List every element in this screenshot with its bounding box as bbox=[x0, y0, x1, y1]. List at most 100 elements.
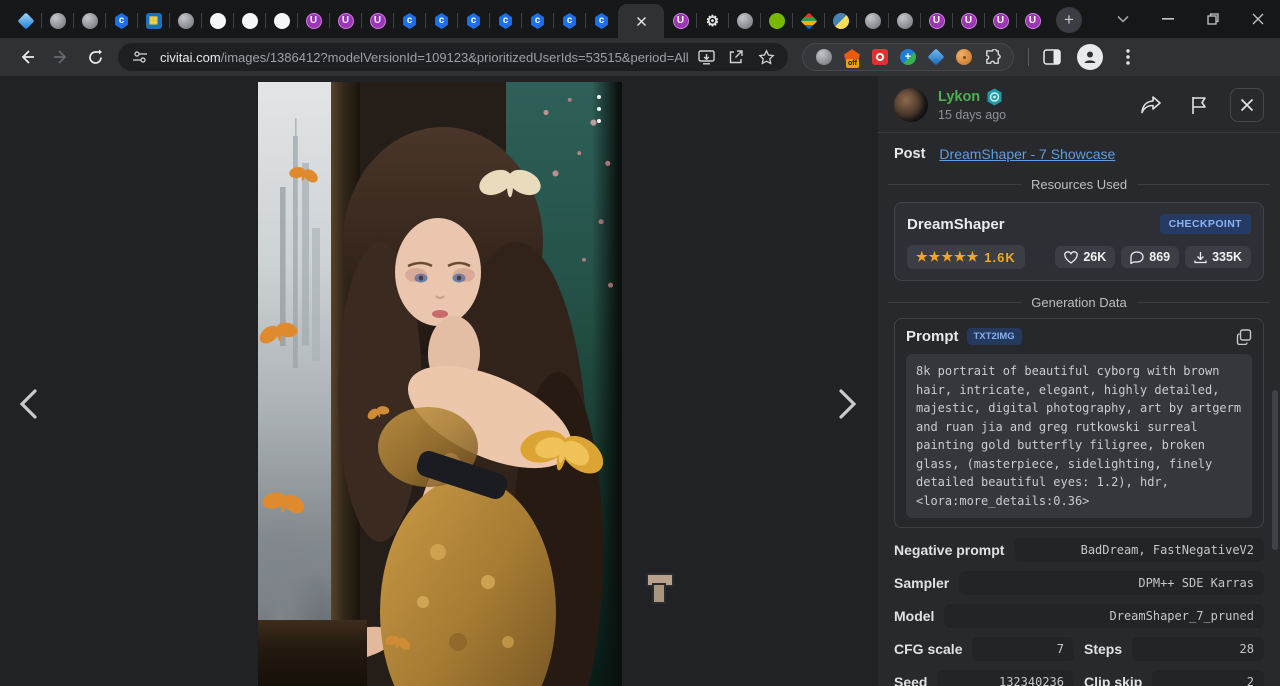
active-tab[interactable] bbox=[618, 4, 664, 38]
cookie-manager-icon[interactable] bbox=[955, 48, 973, 66]
resource-card[interactable]: DreamShaper CHECKPOINT ★★★★★ 1.6K 26K bbox=[894, 202, 1264, 281]
negative-prompt-value[interactable]: BadDream, FastNegativeV2 bbox=[1014, 538, 1264, 562]
url-text[interactable]: civitai.com/images/1386412?modelVersionI… bbox=[160, 50, 688, 65]
pinned-tab-globe[interactable] bbox=[42, 4, 73, 38]
site-info-icon[interactable] bbox=[128, 45, 152, 69]
pinned-tab-github[interactable] bbox=[266, 4, 297, 38]
model-value[interactable]: DreamShaper_7_pruned bbox=[944, 604, 1264, 628]
clip-skip-value[interactable]: 2 bbox=[1152, 670, 1264, 686]
pinned-tab-civitai[interactable]: c bbox=[554, 4, 585, 38]
previous-image-button[interactable] bbox=[8, 384, 48, 424]
pinned-tab-civitai[interactable]: c bbox=[586, 4, 617, 38]
sampler-value[interactable]: DPM++ SDE Karras bbox=[959, 571, 1264, 595]
share-button[interactable] bbox=[1134, 88, 1168, 122]
toolbar-separator bbox=[1028, 48, 1029, 66]
shields-off-icon[interactable]: off bbox=[843, 48, 861, 66]
gear-favicon: ⚙ bbox=[705, 13, 721, 29]
pinned-tab-github[interactable] bbox=[202, 4, 233, 38]
pinned-tab-gem[interactable] bbox=[10, 4, 41, 38]
next-image-button[interactable] bbox=[828, 384, 868, 424]
recorder-icon[interactable] bbox=[871, 48, 889, 66]
sidebar-scrollbar[interactable] bbox=[1272, 390, 1278, 550]
pinned-tab-python[interactable] bbox=[825, 4, 856, 38]
resource-name[interactable]: DreamShaper bbox=[907, 216, 1005, 233]
uploader-favicon: U bbox=[961, 13, 977, 29]
reload-button[interactable] bbox=[81, 43, 109, 71]
sapphire-icon[interactable] bbox=[927, 48, 945, 66]
browser-menu-kebab-icon[interactable] bbox=[1114, 43, 1142, 71]
pinned-tab-gear[interactable]: ⚙ bbox=[697, 4, 728, 38]
pinned-tab-globe[interactable] bbox=[889, 4, 920, 38]
pinned-tab-civitai[interactable]: c bbox=[522, 4, 553, 38]
generated-image[interactable] bbox=[258, 82, 622, 686]
pinned-tab-globe[interactable] bbox=[729, 4, 760, 38]
pinned-tab-globe[interactable] bbox=[857, 4, 888, 38]
globe-extension-icon[interactable] bbox=[815, 48, 833, 66]
pinned-tab-uploader[interactable]: U bbox=[330, 4, 361, 38]
model-label: Model bbox=[894, 608, 934, 624]
side-panel-button[interactable] bbox=[1038, 43, 1066, 71]
rating-pill[interactable]: ★★★★★ 1.6K bbox=[907, 245, 1025, 269]
uploader-favicon: U bbox=[673, 13, 689, 29]
civitai-favicon: c bbox=[499, 13, 513, 29]
address-bar[interactable]: civitai.com/images/1386412?modelVersionI… bbox=[118, 43, 788, 71]
tab-close-icon[interactable] bbox=[636, 16, 647, 27]
downloads-pill[interactable]: 335K bbox=[1185, 246, 1251, 268]
install-app-icon[interactable] bbox=[694, 45, 718, 69]
pinned-tab-civitai[interactable]: c bbox=[394, 4, 425, 38]
restore-button[interactable] bbox=[1190, 0, 1235, 38]
pinned-tab-civitai[interactable]: c bbox=[106, 4, 137, 38]
cfg-scale-value[interactable]: 7 bbox=[972, 637, 1074, 661]
pinned-tab-uploader[interactable]: U bbox=[1017, 4, 1048, 38]
prompt-text[interactable]: 8k portrait of beautiful cyborg with bro… bbox=[906, 354, 1252, 518]
minimize-button[interactable] bbox=[1145, 0, 1190, 38]
pinned-tab-uploader[interactable]: U bbox=[921, 4, 952, 38]
civitai-favicon: c bbox=[467, 13, 481, 29]
pinned-tab-globe[interactable] bbox=[74, 4, 105, 38]
pinned-tab-uploader[interactable]: U bbox=[362, 4, 393, 38]
pinned-tab-nvidia[interactable] bbox=[761, 4, 792, 38]
pinned-extensions: off + bbox=[802, 43, 1014, 71]
close-sidebar-button[interactable] bbox=[1230, 88, 1264, 122]
report-flag-button[interactable] bbox=[1182, 88, 1216, 122]
forward-button[interactable] bbox=[47, 43, 75, 71]
profile-avatar-button[interactable] bbox=[1077, 44, 1103, 70]
close-window-button[interactable] bbox=[1235, 0, 1280, 38]
pinned-tab-civitai[interactable]: c bbox=[458, 4, 489, 38]
bookmark-star-icon[interactable] bbox=[754, 45, 778, 69]
pinned-tab-globe[interactable] bbox=[170, 4, 201, 38]
share-page-icon[interactable] bbox=[724, 45, 748, 69]
copy-generation-data-icon[interactable] bbox=[1236, 329, 1252, 345]
pinned-tab-uploader[interactable]: U bbox=[985, 4, 1016, 38]
pinned-tab-uploader[interactable]: U bbox=[298, 4, 329, 38]
tab-search-chevron-icon[interactable] bbox=[1100, 0, 1145, 38]
steps-value[interactable]: 28 bbox=[1132, 637, 1264, 661]
image-options-menu[interactable] bbox=[590, 92, 608, 126]
seed-value[interactable]: 132340236 bbox=[937, 670, 1074, 686]
username-link[interactable]: Lykon bbox=[938, 89, 980, 105]
browse-plus-icon[interactable]: + bbox=[899, 48, 917, 66]
pinned-tab-colorsquare[interactable] bbox=[793, 4, 824, 38]
puzzle-extensions-icon[interactable] bbox=[983, 48, 1001, 66]
civitai-favicon: c bbox=[403, 13, 417, 29]
github-favicon bbox=[274, 13, 290, 29]
steps-label: Steps bbox=[1084, 641, 1122, 657]
post-link[interactable]: DreamShaper - 7 Showcase bbox=[939, 146, 1115, 162]
pinned-tabs-left: c▦UUUccccccc bbox=[10, 0, 617, 38]
pinned-tab-civitai[interactable]: c bbox=[426, 4, 457, 38]
rating-count: 1.6K bbox=[984, 250, 1015, 265]
comments-pill[interactable]: 869 bbox=[1121, 246, 1179, 268]
pinned-tab-github[interactable] bbox=[234, 4, 265, 38]
back-button[interactable] bbox=[13, 43, 41, 71]
pinned-tab-uploader[interactable]: U bbox=[665, 4, 696, 38]
new-tab-button[interactable]: + bbox=[1056, 7, 1082, 33]
comment-icon bbox=[1130, 251, 1144, 264]
user-avatar[interactable] bbox=[894, 88, 928, 122]
page-content: Lykon 15 days ago bbox=[0, 76, 1280, 686]
image-detail-sidebar: Lykon 15 days ago bbox=[878, 76, 1280, 686]
github-favicon bbox=[210, 13, 226, 29]
likes-pill[interactable]: 26K bbox=[1055, 246, 1115, 268]
pinned-tab-package[interactable]: ▦ bbox=[138, 4, 169, 38]
pinned-tab-uploader[interactable]: U bbox=[953, 4, 984, 38]
pinned-tab-civitai[interactable]: c bbox=[490, 4, 521, 38]
